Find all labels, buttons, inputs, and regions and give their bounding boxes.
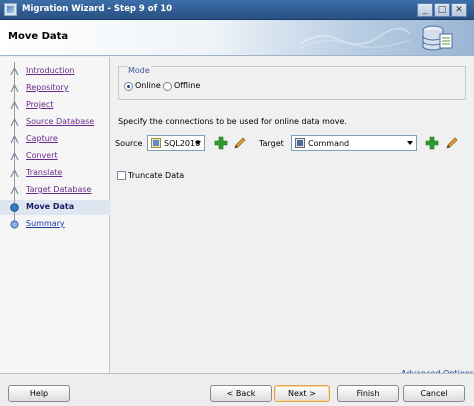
page-title: Move Data	[8, 31, 69, 42]
back-button[interactable]: < Back	[210, 385, 272, 402]
minimize-button[interactable]: _	[417, 3, 433, 17]
target-connection-value: Command	[308, 139, 350, 148]
database-move-icon	[422, 25, 453, 51]
chevron-down-icon	[407, 141, 413, 145]
help-button[interactable]: Help	[8, 385, 70, 402]
step-done-icon	[10, 118, 19, 127]
nav-item-label: Summary	[26, 219, 65, 228]
main-panel: Mode Online Offline Specify the connecti…	[111, 57, 474, 378]
nav-item-introduction[interactable]: Introduction	[0, 62, 110, 81]
edit-source-connection-icon[interactable]	[233, 136, 247, 150]
nav-item-project[interactable]: Project	[0, 96, 110, 115]
add-source-connection-icon[interactable]	[214, 136, 228, 150]
mode-legend: Mode	[127, 66, 151, 75]
nav-item-label: Translate	[26, 168, 63, 177]
step-current-icon	[10, 203, 19, 212]
nav-item-label: Introduction	[26, 66, 75, 75]
offline-radio-label[interactable]: Offline	[174, 81, 200, 90]
nav-item-move-data[interactable]: Move Data	[0, 198, 110, 217]
nav-item-summary[interactable]: Summary	[0, 215, 110, 232]
button-bar: Help < Back Next > Finish Cancel	[0, 373, 474, 406]
wizard-steps-nav: Introduction Repository Project Source D…	[0, 57, 110, 373]
title-bar: Migration Wizard - Step 9 of 10 _ □ ✕	[0, 0, 474, 20]
window-title: Migration Wizard - Step 9 of 10	[22, 4, 173, 14]
nav-item-label: Move Data	[26, 202, 75, 211]
edit-target-connection-icon[interactable]	[445, 136, 459, 150]
close-button[interactable]: ✕	[451, 3, 467, 17]
source-label: Source	[115, 139, 143, 148]
connection-icon	[151, 138, 161, 148]
nav-item-repository[interactable]: Repository	[0, 79, 110, 98]
step-done-icon	[10, 67, 19, 76]
nav-item-source-database[interactable]: Source Database	[0, 113, 110, 132]
nav-item-capture[interactable]: Capture	[0, 130, 110, 149]
nav-item-label: Capture	[26, 134, 58, 143]
nav-item-label: Repository	[26, 83, 69, 92]
source-connection-select[interactable]: SQL2016	[147, 135, 205, 151]
step-done-icon	[10, 101, 19, 110]
connections-description: Specify the connections to be used for o…	[118, 117, 347, 126]
target-connection-select[interactable]: Command	[291, 135, 417, 151]
finish-button[interactable]: Finish	[337, 385, 399, 402]
nav-item-target-database[interactable]: Target Database	[0, 181, 110, 200]
step-done-icon	[10, 152, 19, 161]
maximize-button[interactable]: □	[434, 3, 450, 17]
cancel-button[interactable]: Cancel	[403, 385, 465, 402]
app-icon	[4, 3, 17, 16]
nav-item-convert[interactable]: Convert	[0, 147, 110, 166]
next-button[interactable]: Next >	[274, 385, 330, 402]
nav-item-label: Source Database	[26, 117, 95, 126]
banner-decoration	[300, 27, 410, 49]
truncate-data-checkbox[interactable]	[117, 171, 126, 180]
step-done-icon	[10, 169, 19, 178]
step-done-icon	[10, 186, 19, 195]
truncate-data-label[interactable]: Truncate Data	[128, 171, 184, 180]
nav-item-label: Target Database	[26, 185, 92, 194]
offline-radio[interactable]	[163, 82, 172, 91]
header-banner: Move Data	[0, 20, 474, 56]
chevron-down-icon	[195, 141, 201, 145]
step-pending-icon	[10, 220, 19, 229]
mode-group: Mode Online Offline	[118, 66, 466, 100]
online-radio[interactable]	[124, 82, 133, 91]
step-done-icon	[10, 84, 19, 93]
add-target-connection-icon[interactable]	[425, 136, 439, 150]
connection-icon	[295, 138, 305, 148]
step-done-icon	[10, 135, 19, 144]
online-radio-label[interactable]: Online	[135, 81, 161, 90]
nav-item-label: Project	[26, 100, 54, 109]
target-label: Target	[259, 139, 284, 148]
nav-item-translate[interactable]: Translate	[0, 164, 110, 183]
nav-item-label: Convert	[26, 151, 58, 160]
